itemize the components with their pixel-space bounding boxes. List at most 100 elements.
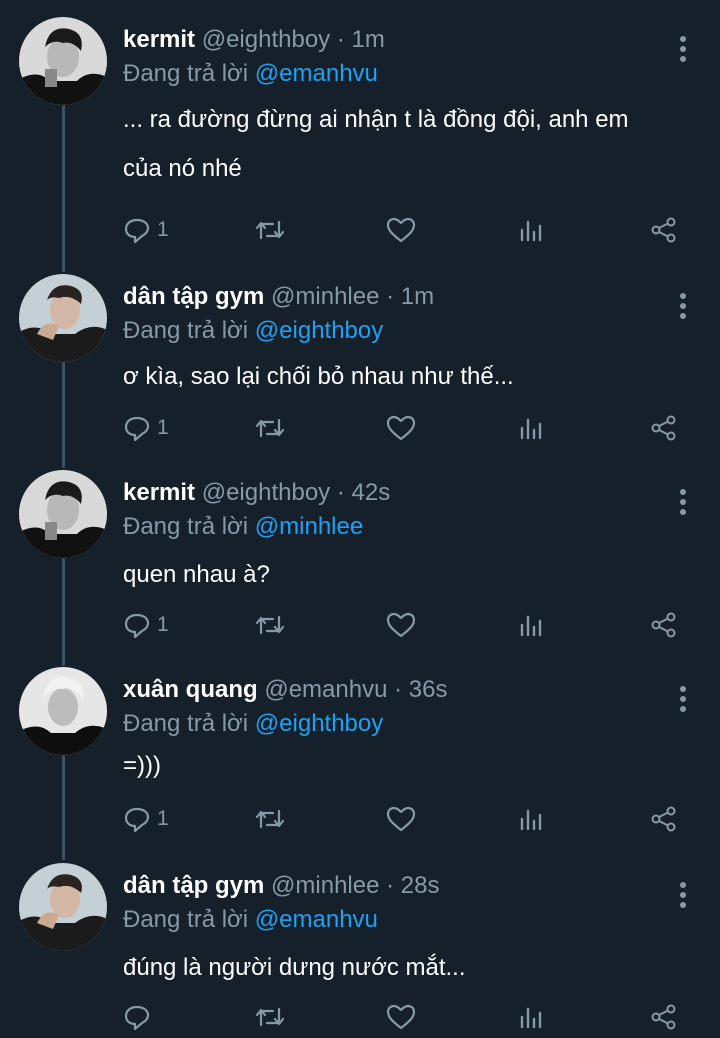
reply-button[interactable] [123,997,157,1037]
display-name[interactable]: kermit [123,26,195,53]
share-icon [651,415,676,441]
more-options-button[interactable] [672,31,694,67]
tweet-text-line: ... ra đường đừng ai nhận t là đồng đội,… [123,106,629,133]
reply-button[interactable]: 1 [123,605,169,645]
timestamp[interactable]: · 42s [337,479,390,506]
tweet-header: kermit @eighthboy · 42s [123,478,390,508]
more-options-button[interactable] [672,288,694,324]
action-bar: 1 [0,605,720,645]
timestamp[interactable]: · 28s [386,872,439,899]
display-name[interactable]: xuân quang [123,676,258,703]
heart-icon [386,612,416,638]
display-name[interactable]: kermit [123,479,195,506]
analytics-button[interactable] [519,997,545,1037]
replying-to-label: Đang trả lời [123,513,249,540]
tweet-text: ơ kìa, sao lại chối bỏ nhau như thế... [123,352,693,401]
more-vertical-icon [680,293,686,319]
tweet-text: ... ra đường đừng ai nhận t là đồng đội,… [123,95,693,193]
replying-to: Đang trả lời @eighthboy [123,316,383,346]
avatar[interactable] [19,17,107,105]
tweet-text-line: của nó nhé [123,155,242,182]
mention-link[interactable]: @emanhvu [255,906,378,933]
share-button[interactable] [650,799,678,839]
analytics-button[interactable] [519,799,545,839]
retweet-icon [255,220,285,240]
reply-button[interactable]: 1 [123,408,169,448]
like-button[interactable] [386,997,416,1037]
reply-count: 1 [157,416,169,439]
username[interactable]: @emanhvu [264,676,387,703]
retweet-button[interactable] [255,605,285,645]
like-button[interactable] [386,210,416,250]
mention-link[interactable]: @minhlee [255,513,363,540]
tweet-text-line: =))) [123,752,161,779]
analytics-icon [520,615,542,637]
heart-icon [386,1004,416,1030]
timestamp[interactable]: · 1m [386,283,434,310]
tweet[interactable]: dân tập gym @minhlee · 1m Đang trả lời @… [0,274,720,454]
mention-link[interactable]: @eighthboy [255,710,383,737]
retweet-button[interactable] [255,408,285,448]
more-options-button[interactable] [672,681,694,717]
timestamp[interactable]: · 1m [337,26,385,53]
reply-button[interactable]: 1 [123,799,169,839]
tweet[interactable]: kermit @eighthboy · 42s Đang trả lời @mi… [0,470,720,650]
analytics-button[interactable] [519,408,545,448]
username[interactable]: @minhlee [271,283,379,310]
avatar[interactable] [19,470,107,558]
more-vertical-icon [680,882,686,908]
share-button[interactable] [650,408,678,448]
more-options-button[interactable] [672,877,694,913]
more-options-button[interactable] [672,484,694,520]
share-button[interactable] [650,605,678,645]
tweet[interactable]: kermit @eighthboy · 1m Đang trả lời @ema… [0,17,720,247]
like-button[interactable] [386,408,416,448]
heart-icon [386,806,416,832]
tweet-text-line: đúng là người dưng nước mắt... [123,954,466,981]
heart-icon [386,217,416,243]
share-button[interactable] [650,210,678,250]
avatar-photo [19,863,107,951]
tweet[interactable]: xuân quang @emanhvu · 36s Đang trả lời @… [0,667,720,847]
username[interactable]: @eighthboy [202,26,330,53]
replying-to-label: Đang trả lời [123,710,249,737]
analytics-button[interactable] [519,210,545,250]
reply-count: 1 [157,218,169,241]
retweet-icon [255,1007,285,1027]
avatar-photo [19,274,107,362]
share-icon [651,806,676,832]
replying-to-label: Đang trả lời [123,317,249,344]
tweet[interactable]: dân tập gym @minhlee · 28s Đang trả lời … [0,863,720,1038]
analytics-button[interactable] [519,605,545,645]
reply-icon [124,218,150,244]
timestamp[interactable]: · 36s [394,676,447,703]
reply-button[interactable]: 1 [123,210,169,250]
tweet-text: =))) [123,741,693,790]
retweet-button[interactable] [255,997,285,1037]
avatar[interactable] [19,274,107,362]
avatar-photo [19,470,107,558]
display-name[interactable]: dân tập gym [123,283,264,310]
mention-link[interactable]: @emanhvu [255,60,378,87]
action-bar: 1 [0,210,720,250]
action-bar: 1 [0,799,720,839]
username[interactable]: @minhlee [271,872,379,899]
share-icon [651,217,676,243]
retweet-icon [255,418,285,438]
avatar[interactable] [19,667,107,755]
share-button[interactable] [650,997,678,1037]
tweet-header: xuân quang @emanhvu · 36s [123,675,447,705]
mention-link[interactable]: @eighthboy [255,317,383,344]
display-name[interactable]: dân tập gym [123,872,264,899]
like-button[interactable] [386,799,416,839]
tweet-header: dân tập gym @minhlee · 1m [123,282,434,312]
more-vertical-icon [680,489,686,515]
avatar[interactable] [19,863,107,951]
like-button[interactable] [386,605,416,645]
retweet-button[interactable] [255,210,285,250]
username[interactable]: @eighthboy [202,479,330,506]
tweet-text: đúng là người dưng nước mắt... [123,943,693,992]
replying-to: Đang trả lời @eighthboy [123,709,383,739]
reply-icon [124,807,150,833]
retweet-button[interactable] [255,799,285,839]
